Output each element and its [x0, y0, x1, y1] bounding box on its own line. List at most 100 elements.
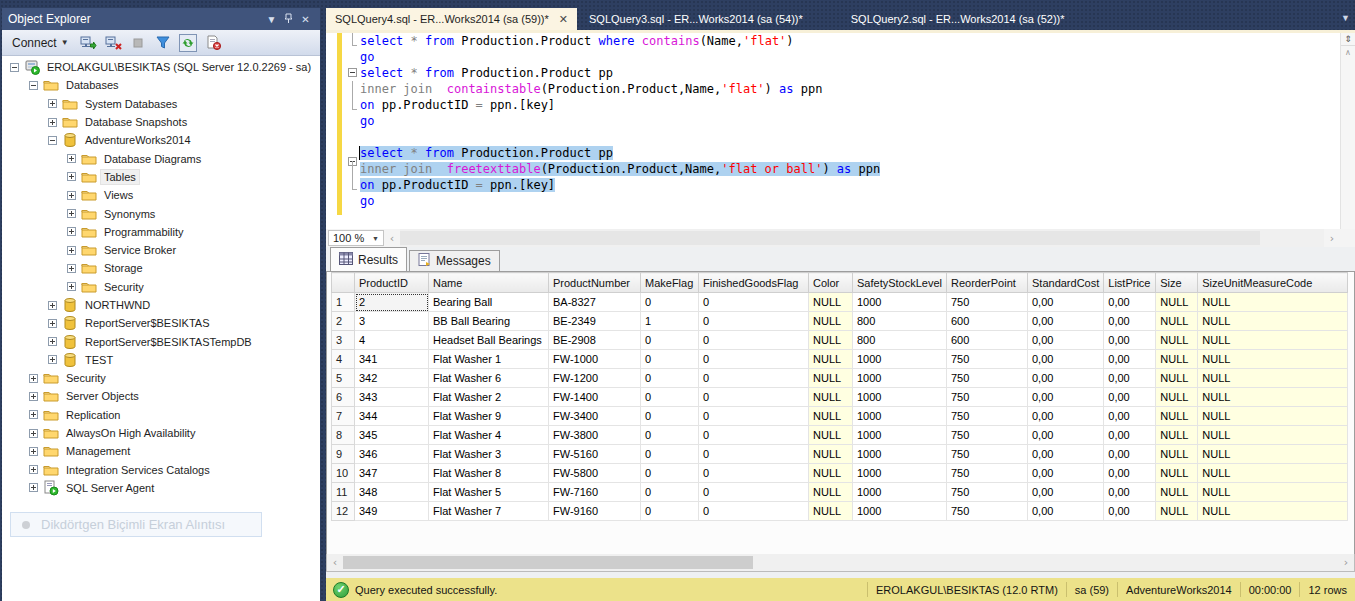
grid-cell[interactable]: 750 [947, 426, 1028, 445]
grid-cell[interactable]: 0 [699, 426, 809, 445]
expand-icon[interactable] [67, 227, 76, 236]
grid-cell[interactable]: 348 [355, 483, 429, 502]
grid-cell[interactable]: 0 [699, 331, 809, 350]
grid-cell[interactable]: Headset Ball Bearings [429, 331, 549, 350]
grid-cell[interactable]: FW-5800 [549, 464, 641, 483]
tree-item-replication[interactable]: Replication [2, 406, 320, 424]
grid-cell[interactable]: NULL [1198, 464, 1348, 483]
grid-cell[interactable]: 0,00 [1104, 388, 1156, 407]
tree-item-integration-services-catalogs[interactable]: Integration Services Catalogs [2, 461, 320, 479]
grid-cell[interactable]: 342 [355, 369, 429, 388]
grid-cell[interactable]: 1000 [853, 445, 947, 464]
grid-cell[interactable]: 800 [853, 331, 947, 350]
grid-cell[interactable]: 1000 [853, 483, 947, 502]
row-number-cell[interactable]: 4 [332, 350, 355, 369]
grid-cell[interactable]: 750 [947, 483, 1028, 502]
grid-cell[interactable]: NULL [1198, 331, 1348, 350]
grid-cell[interactable]: 0,00 [1028, 388, 1104, 407]
grid-cell[interactable]: FW-3800 [549, 426, 641, 445]
grid-cell[interactable]: 1000 [853, 293, 947, 312]
sql-editor[interactable]: select * from Production.Product where c… [326, 30, 1355, 247]
grid-cell[interactable]: 1 [641, 312, 699, 331]
expand-icon[interactable] [29, 374, 38, 383]
grid-cell[interactable]: 0,00 [1028, 369, 1104, 388]
grid-cell[interactable]: 0,00 [1028, 331, 1104, 350]
grid-cell[interactable]: NULL [1156, 388, 1198, 407]
tree-item-reportserver-besiktastempdb[interactable]: ReportServer$BESIKTASTempDB [2, 332, 320, 350]
grid-cell[interactable]: FW-3400 [549, 407, 641, 426]
grid-cell[interactable]: NULL [1156, 483, 1198, 502]
script-error-icon[interactable] [204, 33, 223, 52]
results-tab-messages[interactable]: Messages [409, 250, 500, 271]
results-scroll-right-icon[interactable]: › [1338, 556, 1354, 569]
grid-cell[interactable]: 1000 [853, 502, 947, 521]
row-number-cell[interactable]: 9 [332, 445, 355, 464]
tree-item-sql-server-agent[interactable]: SQL Server Agent [2, 479, 320, 497]
tree-item-database-diagrams[interactable]: Database Diagrams [2, 149, 320, 167]
tree-item-management[interactable]: Management [2, 442, 320, 460]
grid-cell[interactable]: 0,00 [1104, 293, 1156, 312]
grid-cell[interactable]: 347 [355, 464, 429, 483]
grid-cell[interactable]: NULL [809, 445, 853, 464]
grid-cell[interactable]: NULL [809, 293, 853, 312]
column-header-sizeunitmeasurecode[interactable]: SizeUnitMeasureCode [1198, 273, 1348, 293]
grid-cell[interactable]: NULL [1198, 502, 1348, 521]
tree-item-views[interactable]: Views [2, 186, 320, 204]
disconnect-server-icon[interactable] [104, 33, 123, 52]
expand-icon[interactable] [29, 429, 38, 438]
row-number-cell[interactable]: 3 [332, 331, 355, 350]
grid-cell[interactable]: 0,00 [1028, 407, 1104, 426]
grid-cell[interactable]: NULL [809, 331, 853, 350]
grid-cell[interactable]: NULL [1156, 502, 1198, 521]
grid-cell[interactable]: 1000 [853, 426, 947, 445]
expand-icon[interactable] [29, 483, 38, 492]
scroll-left-icon[interactable]: ‹ [384, 232, 400, 245]
grid-cell[interactable]: 0,00 [1104, 331, 1156, 350]
grid-cell[interactable]: 750 [947, 350, 1028, 369]
grid-cell[interactable]: 0 [641, 464, 699, 483]
grid-cell[interactable]: 750 [947, 369, 1028, 388]
refresh-icon[interactable] [179, 33, 198, 52]
expand-icon[interactable] [29, 392, 38, 401]
grid-cell[interactable]: 0,00 [1104, 445, 1156, 464]
tree-item-alwayson-high-availability[interactable]: AlwaysOn High Availability [2, 424, 320, 442]
filter-icon[interactable] [154, 33, 173, 52]
expand-icon[interactable] [48, 99, 57, 108]
grid-cell[interactable]: 0 [699, 445, 809, 464]
grid-cell[interactable]: NULL [1156, 407, 1198, 426]
expand-icon[interactable] [29, 410, 38, 419]
grid-cell[interactable]: Flat Washer 3 [429, 445, 549, 464]
row-number-cell[interactable]: 8 [332, 426, 355, 445]
grid-cell[interactable]: 0,00 [1028, 293, 1104, 312]
column-header-color[interactable]: Color [809, 273, 853, 293]
grid-cell[interactable]: NULL [1198, 293, 1348, 312]
row-number-cell[interactable]: 1 [332, 293, 355, 312]
grid-cell[interactable]: NULL [809, 502, 853, 521]
collapse-icon[interactable] [29, 81, 38, 90]
grid-cell[interactable]: Flat Washer 6 [429, 369, 549, 388]
grid-cell[interactable]: 0 [641, 293, 699, 312]
grid-cell[interactable]: 0,00 [1028, 464, 1104, 483]
grid-cell[interactable]: NULL [1198, 369, 1348, 388]
window-position-icon[interactable]: ▼ [263, 14, 280, 25]
grid-cell[interactable]: 0 [699, 350, 809, 369]
tree-item-synonyms[interactable]: Synonyms [2, 204, 320, 222]
column-header-makeflag[interactable]: MakeFlag [641, 273, 699, 293]
grid-cell[interactable]: Flat Washer 9 [429, 407, 549, 426]
grid-cell[interactable]: NULL [1156, 312, 1198, 331]
grid-cell[interactable]: 1000 [853, 388, 947, 407]
grid-cell[interactable]: 0 [699, 312, 809, 331]
grid-cell[interactable]: 0 [641, 407, 699, 426]
grid-cell[interactable]: 0 [699, 464, 809, 483]
collapse-region-icon[interactable] [348, 68, 357, 77]
grid-cell[interactable]: 0 [641, 483, 699, 502]
grid-cell[interactable]: NULL [809, 388, 853, 407]
tree-item-reportserver-besiktas[interactable]: ReportServer$BESIKTAS [2, 314, 320, 332]
grid-cell[interactable]: 0 [641, 388, 699, 407]
grid-cell[interactable]: 1000 [853, 464, 947, 483]
grid-cell[interactable]: 0 [641, 369, 699, 388]
grid-cell[interactable]: 1000 [853, 350, 947, 369]
grid-cell[interactable]: 750 [947, 464, 1028, 483]
grid-cell[interactable]: NULL [1156, 445, 1198, 464]
grid-cell[interactable]: 0,00 [1104, 502, 1156, 521]
